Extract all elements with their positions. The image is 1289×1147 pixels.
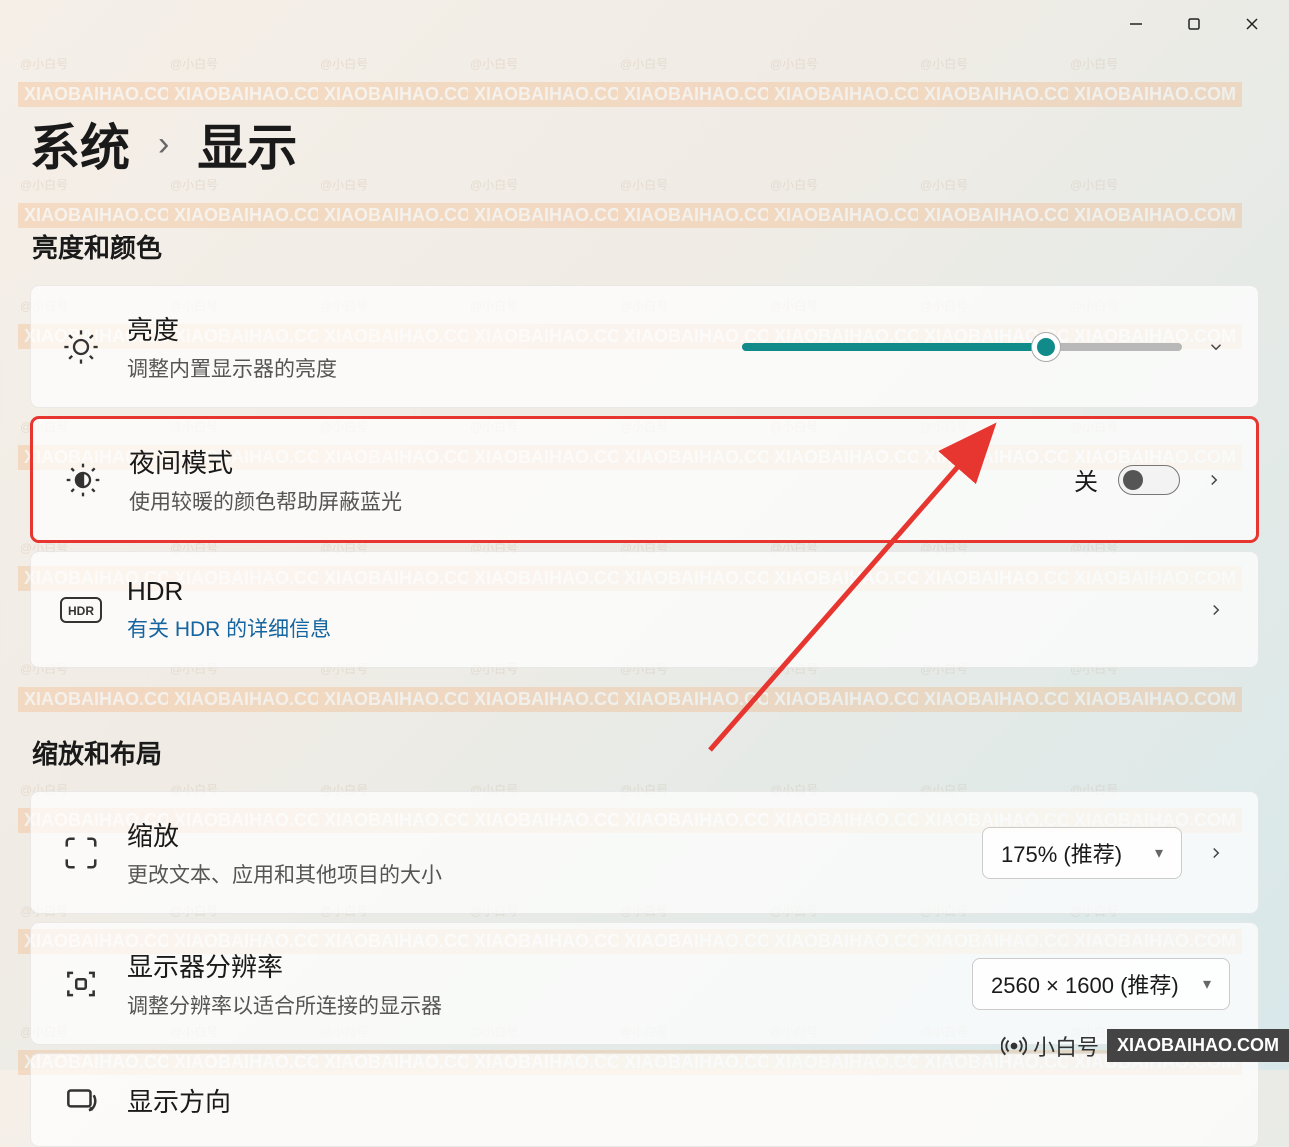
resolution-dropdown[interactable]: 2560 × 1600 (推荐) ▾ <box>972 958 1230 1010</box>
section-brightness-color: 亮度和颜色 <box>32 228 1259 265</box>
night-light-detail-button[interactable] <box>1200 466 1228 494</box>
window-titlebar <box>0 0 1289 48</box>
scale-subtitle: 更改文本、应用和其他项目的大小 <box>127 859 958 889</box>
scale-card[interactable]: 缩放 更改文本、应用和其他项目的大小 175% (推荐) ▾ <box>30 791 1259 914</box>
brightness-title: 亮度 <box>127 310 718 347</box>
svg-text:HDR: HDR <box>68 604 94 618</box>
orientation-card[interactable]: 显示方向 <box>30 1053 1259 1147</box>
resolution-card[interactable]: 显示器分辨率 调整分辨率以适合所连接的显示器 2560 × 1600 (推荐) … <box>30 922 1259 1045</box>
expand-brightness-button[interactable] <box>1202 333 1230 361</box>
hdr-detail-button[interactable] <box>1202 596 1230 624</box>
brightness-icon <box>59 325 103 369</box>
hdr-link[interactable]: 有关 HDR 的详细信息 <box>127 613 1178 643</box>
scale-dropdown-value: 175% (推荐) <box>1001 837 1122 869</box>
scale-title: 缩放 <box>127 816 958 853</box>
watermark-badge-text: 小白号 <box>1033 1030 1099 1062</box>
hdr-title: HDR <box>127 576 1178 607</box>
night-light-subtitle: 使用较暖的颜色帮助屏蔽蓝光 <box>129 486 1050 516</box>
resolution-icon <box>59 962 103 1006</box>
broadcast-icon <box>1001 1033 1027 1059</box>
resolution-title: 显示器分辨率 <box>127 947 948 984</box>
breadcrumb: 系统 › 显示 <box>30 108 1259 180</box>
night-light-toggle[interactable] <box>1118 465 1180 495</box>
minimize-button[interactable] <box>1107 4 1165 44</box>
night-light-card[interactable]: 夜间模式 使用较暖的颜色帮助屏蔽蓝光 关 <box>30 416 1259 543</box>
watermark-badge-domain: XIAOBAIHAO.COM <box>1107 1029 1289 1062</box>
resolution-subtitle: 调整分辨率以适合所连接的显示器 <box>127 990 948 1020</box>
hdr-card[interactable]: HDR HDR 有关 HDR 的详细信息 <box>30 551 1259 668</box>
section-scale-layout: 缩放和布局 <box>32 734 1259 771</box>
night-light-icon <box>61 458 105 502</box>
resolution-dropdown-value: 2560 × 1600 (推荐) <box>991 968 1179 1000</box>
breadcrumb-current: 显示 <box>197 108 297 180</box>
brightness-subtitle: 调整内置显示器的亮度 <box>127 353 718 383</box>
night-light-state-label: 关 <box>1074 462 1098 497</box>
watermark-badge: 小白号 XIAOBAIHAO.COM <box>1001 1029 1289 1062</box>
maximize-button[interactable] <box>1165 4 1223 44</box>
scale-detail-button[interactable] <box>1202 839 1230 867</box>
chevron-down-icon: ▾ <box>1155 843 1163 863</box>
night-light-title: 夜间模式 <box>129 443 1050 480</box>
chevron-down-icon: ▾ <box>1203 974 1211 994</box>
chevron-right-icon: › <box>158 125 169 164</box>
orientation-title: 显示方向 <box>127 1082 1230 1119</box>
scale-dropdown[interactable]: 175% (推荐) ▾ <box>982 827 1182 879</box>
breadcrumb-parent[interactable]: 系统 <box>30 108 130 180</box>
orientation-icon <box>59 1078 103 1122</box>
hdr-icon: HDR <box>59 588 103 632</box>
close-button[interactable] <box>1223 4 1281 44</box>
brightness-card[interactable]: 亮度 调整内置显示器的亮度 <box>30 285 1259 408</box>
brightness-slider[interactable] <box>742 343 1182 351</box>
scale-icon <box>59 831 103 875</box>
